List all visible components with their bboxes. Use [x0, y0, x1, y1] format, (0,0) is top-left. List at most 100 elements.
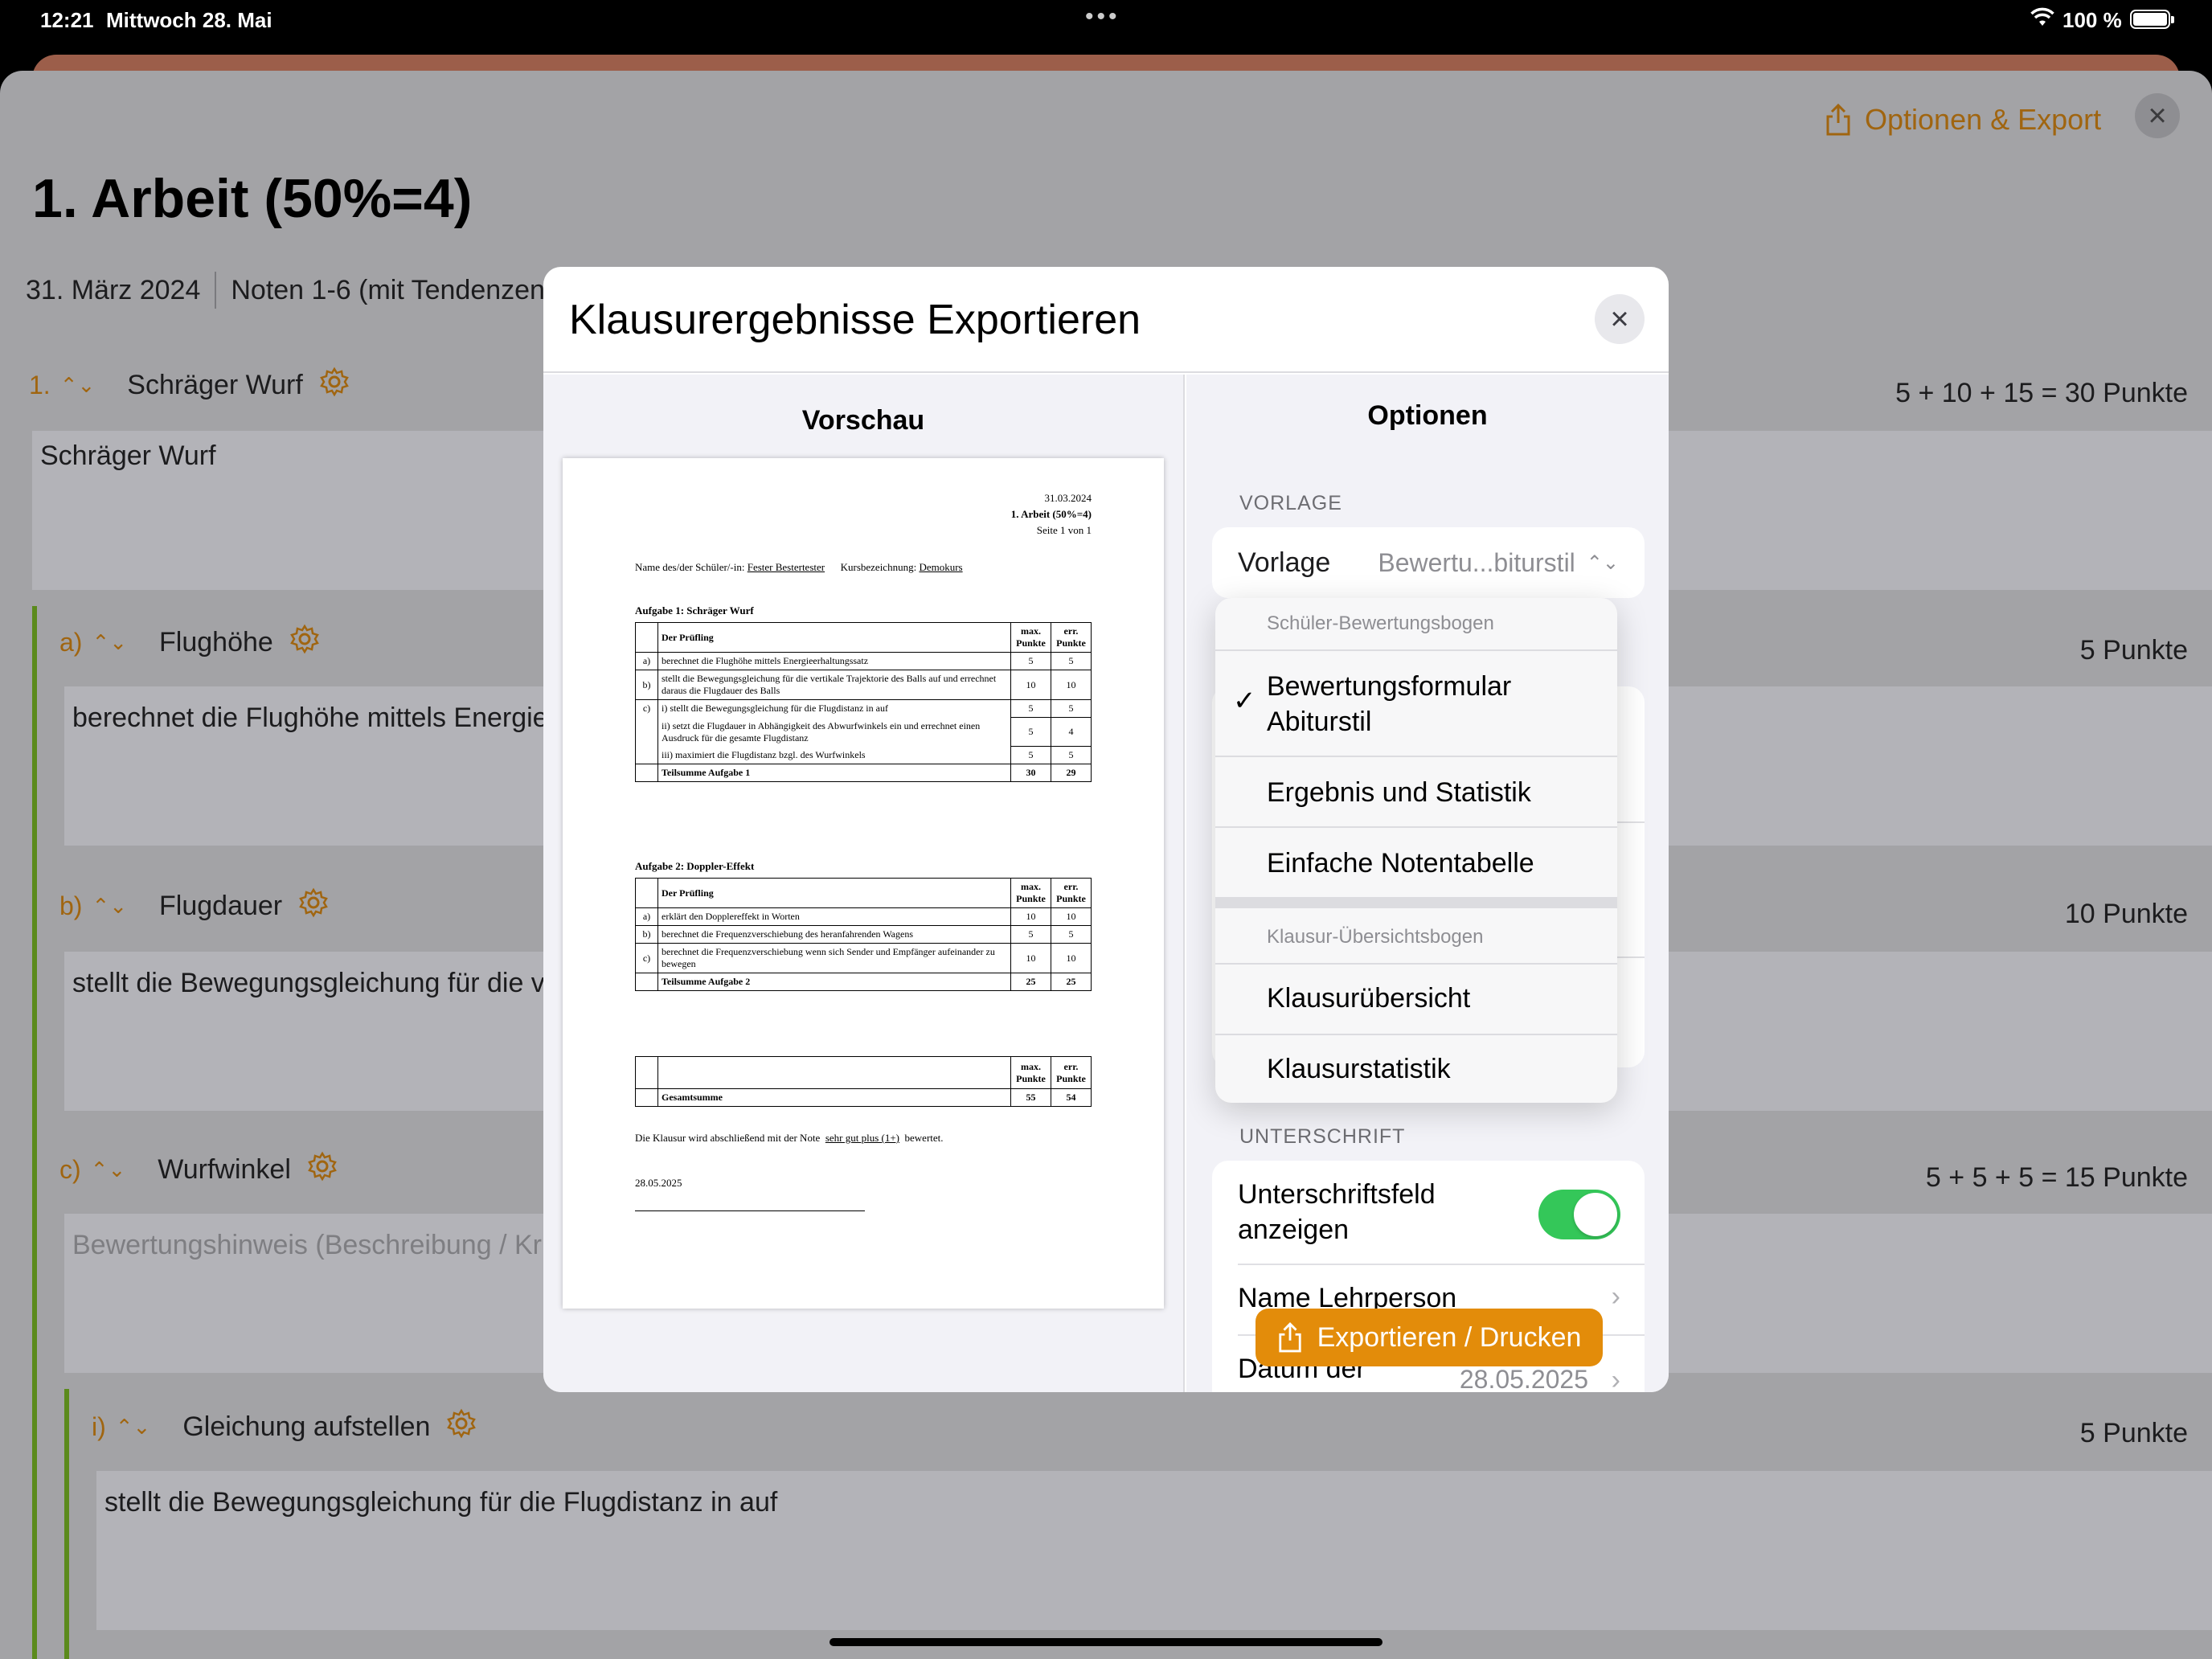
subsubtask-indent-bar [64, 1389, 69, 1659]
preview-pane: Vorschau 31.03.2024 1. Arbeit (50%=4) Se… [543, 375, 1185, 1392]
subtask-header-c[interactable]: c) ⌃⌄ Wurfwinkel [59, 1151, 338, 1189]
subtask-points: 10 Punkte [2064, 899, 2188, 929]
col-header: err. [1063, 881, 1079, 892]
chevron-up-down-icon: ⌃⌄ [1586, 551, 1619, 574]
doc-header: 31.03.2024 1. Arbeit (50%=4) Seite 1 von… [1011, 490, 1092, 539]
max-points: 10 [1010, 670, 1051, 700]
subsubtask-points: 5 Punkte [2079, 1418, 2188, 1448]
options-export-label: Optionen & Export [1865, 103, 2102, 136]
doc-task2-title: Aufgabe 2: Doppler-Effekt [635, 860, 755, 872]
menu-item-klausuruebersicht[interactable]: Klausurübersicht [1267, 981, 1470, 1016]
subtask-number: a) [59, 628, 83, 657]
row-label: a) [635, 652, 658, 670]
subtask-header-a[interactable]: a) ⌃⌄ Flughöhe [59, 624, 320, 662]
gear-icon[interactable] [298, 887, 329, 925]
gear-icon[interactable] [446, 1408, 477, 1446]
earned-points: 5 [1051, 746, 1092, 764]
max-points: 5 [1010, 746, 1051, 764]
modal-title: Klausurergebnisse Exportieren [569, 297, 1141, 343]
date-value: 28.05.2025 [1459, 1365, 1588, 1392]
vorlage-label: Vorlage [1238, 547, 1331, 578]
doc-page: Seite 1 von 1 [1036, 524, 1092, 536]
total-label: Gesamtsumme [657, 1088, 1011, 1107]
reorder-chevron-icon[interactable]: ⌃⌄ [92, 894, 127, 919]
max-points: 30 [1010, 764, 1051, 782]
criterion: erklärt den Dopplereffekt in Worten [657, 907, 1011, 926]
col-header: Punkte [1016, 1072, 1046, 1084]
doc-title: 1. Arbeit (50%=4) [1010, 508, 1092, 520]
col-header: Punkte [1056, 1072, 1086, 1084]
subtask-title[interactable]: Flughöhe [159, 627, 273, 658]
doc-date: 31.03.2024 [1044, 492, 1092, 504]
signature-toggle[interactable] [1538, 1190, 1620, 1239]
reorder-chevron-icon[interactable]: ⌃⌄ [116, 1415, 151, 1440]
reorder-chevron-icon[interactable]: ⌃⌄ [60, 373, 96, 398]
task-number: 1. [29, 371, 51, 399]
home-indicator[interactable] [830, 1638, 1382, 1646]
subsubtask-title[interactable]: Gleichung aufstellen [182, 1411, 430, 1443]
row-label: c) [635, 943, 658, 973]
row-label: c) [635, 699, 658, 764]
exam-meta: 31. März 2024 Noten 1-6 (mit Tendenzen [26, 272, 545, 309]
max-points: 55 [1010, 1088, 1051, 1107]
max-points: 25 [1010, 973, 1051, 991]
max-points: 10 [1010, 907, 1051, 926]
subsubtask-number: i) [92, 1412, 106, 1441]
max-points: 5 [1010, 652, 1051, 670]
subtask-header-b[interactable]: b) ⌃⌄ Flugdauer [59, 887, 329, 925]
doc-grade-line: Die Klausur wird abschließend mit der No… [635, 1132, 944, 1145]
menu-group-separator [1215, 897, 1617, 908]
task-title[interactable]: Schräger Wurf [127, 370, 303, 401]
reorder-chevron-icon[interactable]: ⌃⌄ [91, 1157, 126, 1182]
export-print-label: Exportieren / Drucken [1317, 1321, 1582, 1353]
menu-item-ergebnis-statistik[interactable]: Ergebnis und Statistik [1267, 775, 1531, 810]
earned-points: 25 [1051, 973, 1092, 991]
multitasking-dots-icon[interactable]: ••• [1085, 3, 1120, 31]
task-header[interactable]: 1. ⌃⌄ Schräger Wurf [29, 367, 350, 404]
subsubtask-header[interactable]: i) ⌃⌄ Gleichung aufstellen [92, 1408, 477, 1446]
modal-header: Klausurergebnisse Exportieren × [543, 267, 1669, 373]
status-date: Mittwoch 28. Mai [106, 8, 272, 32]
earned-points: 10 [1051, 670, 1092, 700]
menu-separator [1215, 826, 1617, 828]
close-icon[interactable]: × [1595, 294, 1645, 344]
menu-separator [1215, 1034, 1617, 1035]
subtask-description: stellt die Bewegungsgleichung für die v [72, 968, 545, 998]
chevron-right-icon: › [1611, 1365, 1620, 1392]
close-icon[interactable]: × [2135, 93, 2180, 138]
col-header: err. [1063, 1060, 1079, 1072]
exam-date[interactable]: 31. März 2024 [26, 275, 200, 306]
earned-points: 10 [1051, 907, 1092, 926]
criterion: i) stellt die Bewegungsgleichung für die… [657, 699, 1011, 718]
subtask-points: 5 Punkte [2079, 635, 2188, 666]
menu-group-label: Schüler-Bewertungsbogen [1267, 612, 1494, 634]
doc-total-table: max. Punkte err. Punkte Gesamtsumme 55 54 [635, 1056, 1092, 1107]
menu-item-label: Abiturstil [1267, 707, 1372, 737]
reorder-chevron-icon[interactable]: ⌃⌄ [92, 630, 127, 655]
subtask-title[interactable]: Wurfwinkel [158, 1154, 291, 1186]
gear-icon[interactable] [319, 367, 350, 404]
signature-toggle-label: Unterschriftsfeld anzeigen [1238, 1177, 1436, 1247]
menu-item-klausurstatistik[interactable]: Klausurstatistik [1267, 1051, 1451, 1087]
gear-icon[interactable] [307, 1151, 338, 1189]
criterion: berechnet die Frequenzverschiebung des h… [657, 925, 1011, 944]
subsubtask-description-field[interactable]: stellt die Bewegungsgleichung für die Fl… [96, 1471, 2212, 1630]
vorlage-picker[interactable]: Vorlage Bewertu...biturstil ⌃⌄ [1212, 527, 1645, 598]
col-header: err. [1063, 625, 1079, 637]
earned-points: 4 [1051, 717, 1092, 747]
task-description: Schräger Wurf [40, 440, 216, 471]
subtask-title[interactable]: Flugdauer [159, 891, 282, 922]
menu-item-notentabelle[interactable]: Einfache Notentabelle [1267, 846, 1534, 881]
section-label-unterschrift: UNTERSCHRIFT [1239, 1125, 1406, 1148]
preview-document[interactable]: 31.03.2024 1. Arbeit (50%=4) Seite 1 von… [563, 458, 1164, 1309]
grading-scheme[interactable]: Noten 1-6 (mit Tendenzen [231, 275, 545, 306]
export-print-button[interactable]: Exportieren / Drucken [1256, 1309, 1603, 1366]
battery-percent: 100 % [2062, 8, 2122, 32]
earned-points: 5 [1051, 925, 1092, 944]
options-export-button[interactable]: Optionen & Export [1825, 103, 2101, 137]
doc-sign-date: 28.05.2025 [635, 1177, 682, 1189]
chevron-right-icon: › [1611, 1281, 1620, 1312]
menu-item-bewertungsformular[interactable]: Bewertungsformular Abiturstil [1267, 669, 1511, 739]
gear-icon[interactable] [289, 624, 320, 662]
earned-points: 10 [1051, 943, 1092, 973]
